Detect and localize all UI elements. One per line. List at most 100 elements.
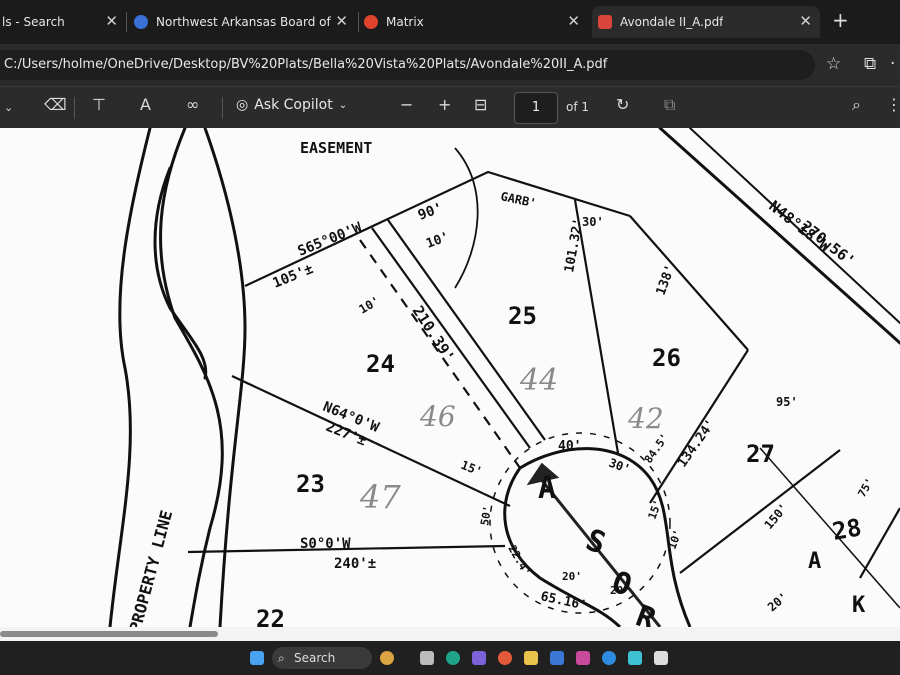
teams-icon[interactable] — [472, 651, 486, 665]
store-icon[interactable] — [550, 651, 564, 665]
handwritten-lot-note: 42 — [627, 402, 664, 435]
distance-label: 105'± — [271, 261, 316, 292]
tab-bar: ls - Search ✕ Northwest Arkansas Board o… — [0, 0, 900, 44]
lot-number: 27 — [746, 440, 775, 468]
lot-boundary — [859, 507, 900, 579]
distance-label: 240'± — [334, 556, 376, 572]
widgets-icon[interactable] — [380, 651, 394, 665]
help-icon[interactable] — [602, 651, 616, 665]
settings-more-icon[interactable]: · — [890, 54, 895, 74]
tab-separator — [358, 12, 359, 32]
edge-browser-icon[interactable] — [446, 651, 460, 665]
add-text-icon[interactable]: ⊤ — [92, 95, 106, 114]
distance-label: 10' — [357, 294, 383, 317]
pdf-toolbar: ⌄ ⌫ ⊤ A ∞ ◎ Ask Copilot ⌄ − + ⊟ 1 of 1 ↻… — [0, 86, 900, 129]
immersive-reader-icon[interactable]: ∞ — [186, 95, 199, 114]
ask-copilot-button[interactable]: ◎ Ask Copilot ⌄ — [236, 97, 347, 113]
distance-label: 95' — [776, 395, 798, 409]
read-aloud-icon[interactable]: A — [140, 95, 151, 114]
property-line-label: PROPERTY LINE — [126, 508, 177, 627]
new-tab-plus-icon[interactable]: + — [832, 8, 849, 32]
tab-matrix[interactable]: Matrix ✕ — [364, 6, 588, 38]
distance-label: 22.4' — [505, 543, 533, 578]
lot-number: 25 — [508, 302, 537, 330]
distance-label: 50' — [478, 505, 494, 527]
close-tab-icon[interactable]: ✕ — [105, 12, 118, 30]
toolbar-separator — [74, 97, 75, 119]
address-bar: C:/Users/holme/OneDrive/Desktop/BV%20Pla… — [0, 44, 900, 86]
close-tab-icon[interactable]: ✕ — [799, 12, 812, 30]
scrollbar-thumb[interactable] — [0, 631, 218, 637]
distance-label: 20' — [562, 570, 582, 583]
fit-to-page-icon[interactable]: ⊟ — [474, 95, 487, 114]
lot-boundary — [629, 215, 749, 351]
lot-number: 28 — [830, 513, 863, 546]
draw-dropdown-chevron-icon[interactable]: ⌄ — [4, 101, 13, 114]
bearing-label: N48°18'W — [766, 197, 835, 256]
easement-line — [387, 219, 546, 441]
distance-label: 20' — [765, 590, 791, 615]
search-icon: ⌕ — [278, 651, 285, 665]
distance-label: 40' — [558, 439, 581, 454]
street-letter: A — [808, 549, 821, 574]
lot-boundary — [658, 128, 900, 345]
distance-label: GARB' — [499, 189, 537, 210]
plat-map-drawing: EASEMENT S65°00'W 90' 10' 105'± 10' 210.… — [108, 128, 900, 627]
handwritten-lot-note: 47 — [359, 478, 401, 516]
close-tab-icon[interactable]: ✕ — [335, 12, 348, 30]
app-icon[interactable] — [628, 651, 642, 665]
task-view-icon[interactable] — [420, 651, 434, 665]
zoom-in-icon[interactable]: + — [438, 95, 451, 114]
zoom-out-icon[interactable]: − — [400, 95, 413, 114]
app-icon[interactable] — [654, 651, 668, 665]
page-number-input[interactable]: 1 — [514, 92, 558, 124]
horizontal-scrollbar[interactable] — [0, 627, 900, 641]
file-explorer-icon[interactable] — [524, 651, 538, 665]
eraser-icon[interactable]: ⌫ — [44, 95, 67, 114]
favorite-star-icon[interactable]: ☆ — [826, 54, 841, 74]
bearing-label: S65°00'W — [296, 219, 365, 259]
chevron-down-icon: ⌄ — [338, 99, 348, 111]
matrix-favicon-icon — [364, 15, 378, 29]
app-icon[interactable] — [576, 651, 590, 665]
page-view-icon[interactable]: ⧉ — [664, 95, 675, 115]
website-favicon-icon — [134, 15, 148, 29]
street-letter: A — [538, 471, 556, 506]
easement-label: EASEMENT — [300, 139, 372, 157]
distance-label: 15' — [646, 498, 665, 521]
handwritten-lot-note: 46 — [419, 400, 456, 433]
rotate-icon[interactable]: ↻ — [616, 95, 629, 114]
tab-separator — [126, 12, 127, 32]
lot-number: 24 — [366, 350, 395, 378]
windows-start-icon[interactable] — [250, 651, 264, 665]
toolbar-separator — [222, 97, 223, 119]
search-icon[interactable]: ⌕ — [852, 95, 861, 115]
distance-label: 134.24' — [675, 417, 719, 470]
tab-avondale-pdf[interactable]: Avondale II_A.pdf ✕ — [592, 6, 820, 38]
copilot-icon: ◎ — [236, 97, 249, 113]
contour-line — [108, 128, 152, 627]
tab-search[interactable]: ls - Search ✕ — [0, 6, 126, 38]
url-field[interactable]: C:/Users/holme/OneDrive/Desktop/BV%20Pla… — [0, 50, 815, 80]
pdf-file-icon — [598, 15, 612, 29]
pdf-document-viewer[interactable]: EASEMENT S65°00'W 90' 10' 105'± 10' 210.… — [0, 128, 900, 627]
street-letter: O — [607, 565, 636, 604]
close-tab-icon[interactable]: ✕ — [567, 12, 580, 30]
lot-number: 26 — [652, 344, 681, 372]
lot-number: 22 — [256, 605, 285, 627]
bearing-label: S0°0'W — [300, 536, 351, 552]
street-letter: S — [581, 523, 610, 562]
distance-label: 138' — [654, 263, 679, 298]
easement-leader — [454, 147, 479, 289]
lot-boundary — [759, 447, 900, 609]
more-options-icon[interactable]: ⋮ — [886, 95, 900, 114]
distance-label: 65.16' — [539, 589, 588, 613]
lot-number: 23 — [296, 470, 325, 498]
tab-nwa-board[interactable]: Northwest Arkansas Board of ✕ — [134, 6, 356, 38]
windows-taskbar: ⌕ Search — [0, 641, 900, 675]
extensions-puzzle-icon[interactable]: ⧉ — [864, 54, 876, 74]
street-letter: K — [852, 593, 866, 618]
distance-label: 150' — [762, 501, 791, 532]
chrome-icon[interactable] — [498, 651, 512, 665]
taskbar-search-box[interactable]: ⌕ Search — [272, 647, 372, 669]
